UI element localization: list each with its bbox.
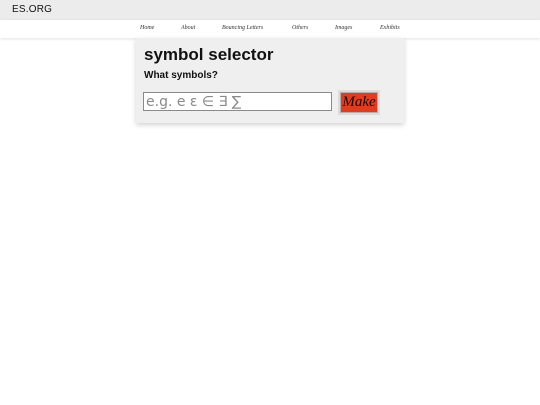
page-title: symbol selector (144, 45, 274, 64)
nav-link-bouncing-letters[interactable]: Bouncing Letters (222, 25, 263, 31)
nav-link-about[interactable]: About (181, 25, 195, 31)
nav-bar: Home About Bouncing Letters Others Image… (0, 20, 540, 38)
nav-link-exhibits[interactable]: Exhibits (380, 25, 400, 31)
symbols-prompt-label: What symbols? (144, 70, 218, 81)
make-button[interactable]: Make (340, 92, 378, 113)
symbols-input[interactable] (143, 92, 332, 111)
nav-link-others[interactable]: Others (292, 25, 308, 31)
site-title[interactable]: ES.ORG (12, 4, 52, 15)
symbol-selector-card: symbol selector What symbols? Make (136, 38, 404, 123)
nav-link-home[interactable]: Home (140, 25, 154, 31)
top-bar: ES.ORG (0, 0, 540, 20)
nav-link-images[interactable]: Images (335, 25, 352, 31)
